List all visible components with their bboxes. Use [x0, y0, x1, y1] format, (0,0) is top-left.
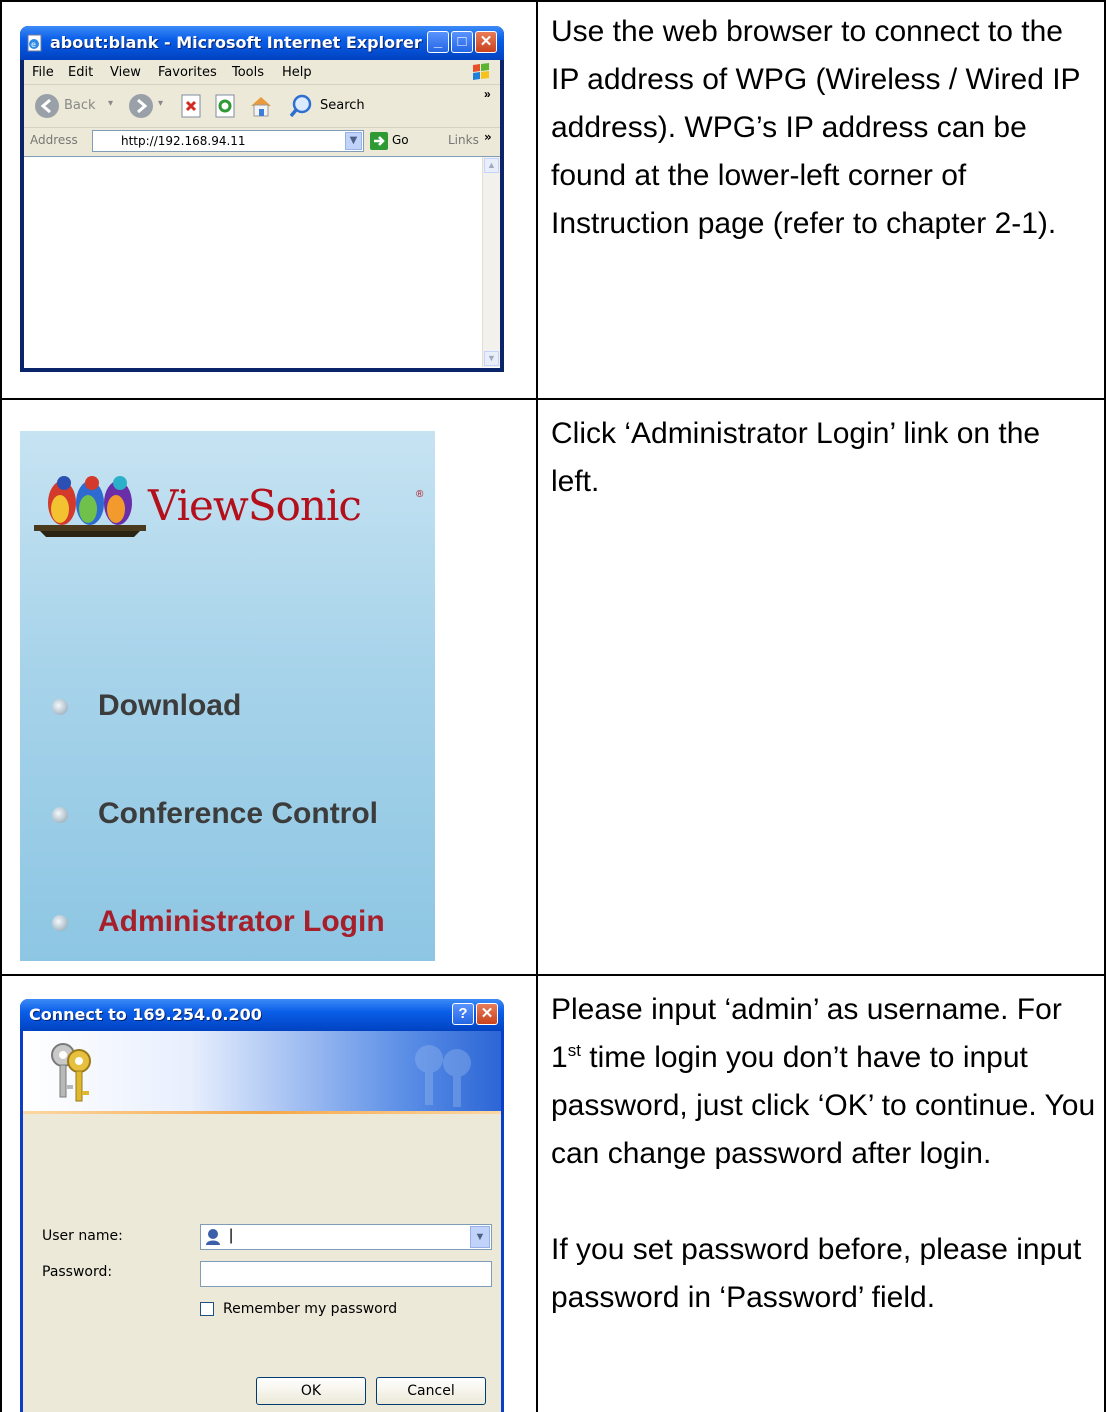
- bullet-icon: [52, 699, 68, 715]
- back-dropdown-icon[interactable]: ▾: [108, 98, 113, 109]
- watermark-keys-icon: [415, 1045, 471, 1107]
- ok-button[interactable]: OK: [256, 1377, 366, 1405]
- ie-menubar: File Edit View Favorites Tools Help: [24, 60, 500, 85]
- username-label: User name:: [42, 1228, 123, 1244]
- home-icon[interactable]: [248, 93, 274, 119]
- table-border-top: [0, 0, 1106, 2]
- username-dropdown-button[interactable]: ▼: [470, 1226, 490, 1248]
- menu-file[interactable]: File: [32, 65, 54, 80]
- bullet-icon: [52, 915, 68, 931]
- refresh-icon[interactable]: [214, 94, 238, 118]
- go-button-label[interactable]: Go: [392, 133, 409, 147]
- search-button-label[interactable]: Search: [320, 98, 365, 113]
- search-icon[interactable]: [288, 93, 314, 119]
- administrator-login-link[interactable]: Administrator Login: [98, 905, 385, 939]
- dialog-titlebar: Connect to 169.254.0.200 ? ✕: [20, 999, 504, 1031]
- ie-address-bar: Address http://192.168.94.11 ▼ Go Links …: [24, 128, 500, 154]
- step-1-description: Use the web browser to connect to the IP…: [551, 15, 1081, 240]
- keys-icon: [51, 1043, 91, 1102]
- viewsonic-birds-logo-icon: [34, 476, 146, 537]
- column-divider: [536, 0, 538, 1412]
- maximize-button[interactable]: □: [451, 31, 473, 53]
- forward-arrow-icon[interactable]: [128, 93, 154, 119]
- dialog-body: User name: | ▼ Password: Remember my pas…: [23, 1031, 501, 1412]
- links-label[interactable]: Links: [448, 133, 479, 147]
- close-button[interactable]: ✕: [476, 1003, 498, 1025]
- close-button[interactable]: ✕: [475, 31, 497, 53]
- menu-edit[interactable]: Edit: [68, 65, 93, 80]
- ie-window-title: about:blank - Microsoft Internet Explore…: [50, 33, 422, 52]
- ie-toolbar: Back ▾ ▾ Search »: [24, 85, 500, 128]
- back-arrow-icon[interactable]: [34, 93, 60, 119]
- menu-tools[interactable]: Tools: [232, 65, 264, 80]
- svg-text:e: e: [31, 40, 36, 49]
- password-label: Password:: [42, 1264, 113, 1280]
- menu-view[interactable]: View: [110, 65, 141, 80]
- address-dropdown-button[interactable]: ▼: [345, 132, 362, 150]
- windows-logo-icon: [473, 63, 489, 80]
- address-label: Address: [30, 133, 78, 147]
- menu-favorites[interactable]: Favorites: [158, 65, 217, 80]
- back-button-label[interactable]: Back: [64, 98, 96, 113]
- scroll-up-button[interactable]: ▲: [484, 158, 499, 173]
- ie-window: e about:blank - Microsoft Internet Explo…: [20, 26, 504, 372]
- connect-dialog: Connect to 169.254.0.200 ? ✕ User name:: [20, 999, 504, 1412]
- viewsonic-menu-panel: ViewSonic ® Download Conference Control …: [20, 431, 435, 961]
- registered-mark: ®: [416, 489, 424, 500]
- dialog-banner: [23, 1031, 501, 1111]
- links-overflow-icon[interactable]: »: [484, 130, 492, 144]
- scroll-down-button[interactable]: ▼: [484, 351, 499, 366]
- go-arrow-icon[interactable]: [370, 132, 388, 150]
- username-value: |: [229, 1227, 234, 1244]
- minimize-button[interactable]: _: [427, 31, 449, 53]
- row-divider-1: [0, 398, 1106, 400]
- forward-dropdown-icon[interactable]: ▾: [158, 98, 163, 109]
- address-input[interactable]: http://192.168.94.11 ▼: [92, 130, 364, 152]
- banner-accent-line: [23, 1111, 501, 1114]
- step-3-description: Please input ‘admin’ as username. For 1s…: [551, 993, 1096, 1314]
- user-account-icon: [206, 1229, 220, 1245]
- viewsonic-logo-text: ViewSonic: [148, 481, 362, 530]
- download-link[interactable]: Download: [98, 689, 241, 723]
- ie-titlebar: e about:blank - Microsoft Internet Explo…: [20, 26, 504, 60]
- remember-password-checkbox[interactable]: [200, 1302, 214, 1316]
- ie-page-content: ▲ ▼: [24, 156, 500, 368]
- ie-page-icon: e: [27, 34, 42, 52]
- username-combobox[interactable]: | ▼: [200, 1224, 492, 1250]
- remember-password-label[interactable]: Remember my password: [223, 1301, 397, 1317]
- conference-control-link[interactable]: Conference Control: [98, 797, 378, 831]
- help-button[interactable]: ?: [452, 1003, 474, 1025]
- address-value: http://192.168.94.11: [121, 134, 246, 148]
- password-input[interactable]: [200, 1261, 492, 1287]
- ie-client: File Edit View Favorites Tools Help Back…: [24, 60, 500, 368]
- toolbar-overflow-icon[interactable]: »: [484, 87, 491, 101]
- stop-icon[interactable]: [180, 94, 204, 118]
- vertical-scrollbar[interactable]: ▲ ▼: [482, 157, 500, 367]
- step-2-description: Click ‘Administrator Login’ link on the …: [551, 417, 1041, 498]
- row-divider-2: [0, 974, 1106, 976]
- table-border-left: [0, 0, 2, 1412]
- cancel-button[interactable]: Cancel: [376, 1377, 486, 1405]
- bullet-icon: [52, 807, 68, 823]
- menu-help[interactable]: Help: [282, 65, 312, 80]
- dialog-title: Connect to 169.254.0.200: [29, 1005, 262, 1024]
